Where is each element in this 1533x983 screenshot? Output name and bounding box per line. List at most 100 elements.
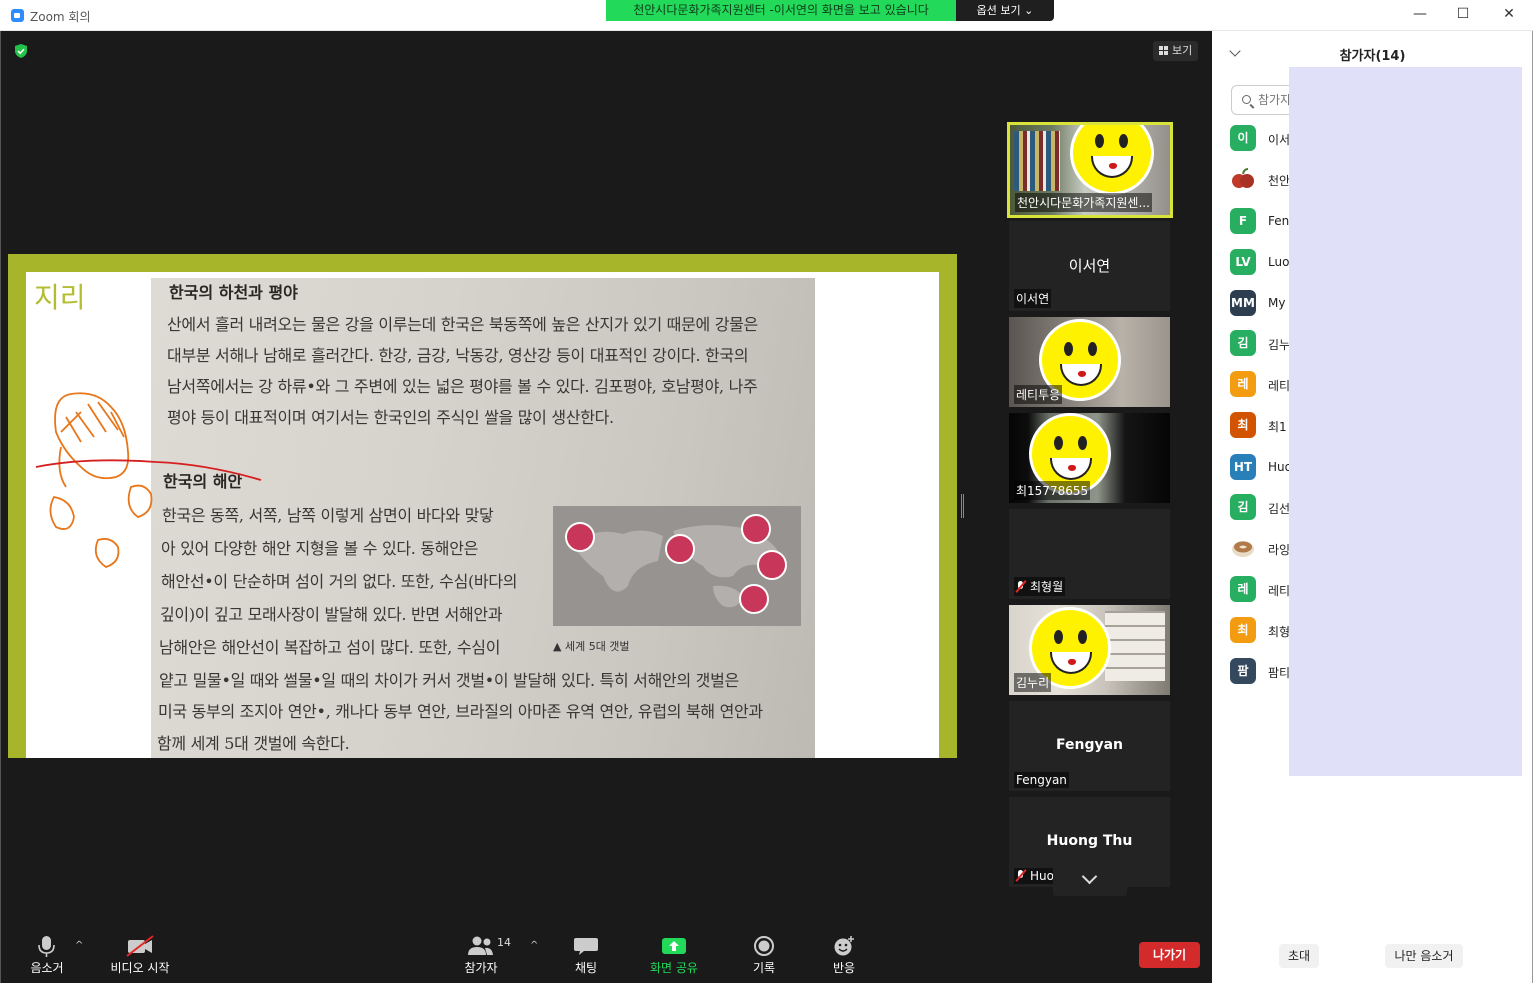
shield-icon[interactable]: [13, 43, 29, 59]
start-video-button[interactable]: 비디오 시작: [100, 935, 180, 976]
layout-view-button[interactable]: 보기: [1153, 41, 1199, 61]
participant-avatar: HT: [1230, 454, 1256, 480]
participant-avatar: 레: [1230, 576, 1256, 602]
video-tile-choi-hyeongwol[interactable]: 최형월: [1009, 509, 1170, 599]
shared-screen[interactable]: 지리 한국의 하천과 평야 산에서 흘러 내려오는 물은 강을 이루는데 한국은…: [8, 254, 957, 758]
participant-row[interactable]: 라잉: [1230, 533, 1290, 563]
participant-row[interactable]: F Fen: [1230, 206, 1290, 236]
chat-label: 채팅: [574, 961, 598, 975]
tile-name: 레티투응: [1014, 385, 1063, 404]
participants-button[interactable]: 14 참가자: [441, 935, 521, 976]
participant-name: 천안: [1268, 174, 1291, 188]
zoom-window: Zoom 회의 천안시다문화가족지원센터 -이서연의 화면을 보고 있습니다 옵…: [0, 0, 1533, 983]
participant-name: 김선: [1268, 502, 1291, 516]
muted-mic-icon: [1016, 870, 1026, 882]
grid-icon: [1159, 46, 1168, 55]
video-tile-lee-seoyeon[interactable]: 이서연 이서연: [1009, 221, 1170, 311]
tile-name: 최15778655: [1014, 481, 1091, 500]
participant-row[interactable]: 레 레티: [1230, 574, 1290, 604]
tile-name: 김누리: [1014, 673, 1052, 692]
apple-avatar-icon: [1230, 166, 1256, 192]
panel-splitter-handle[interactable]: [961, 494, 964, 518]
video-tile-leti[interactable]: 레티투응: [1009, 317, 1170, 407]
participants-count: 14: [497, 936, 511, 949]
annotation-drawing: [35, 392, 262, 568]
share-screen-label: 화면 공유: [650, 961, 698, 975]
close-button[interactable]: ✕: [1499, 6, 1519, 22]
mute-label: 음소거: [30, 961, 64, 975]
video-tile-fengyan[interactable]: Fengyan Fengyan: [1009, 701, 1170, 791]
participant-row[interactable]: 김 김누: [1230, 328, 1290, 358]
tile-display-name: Huong Thu: [1046, 833, 1133, 849]
reaction-smiley-icon: [834, 936, 854, 956]
video-tile-kim-nuri[interactable]: 김누리: [1009, 605, 1170, 695]
participant-row[interactable]: LV Luo: [1230, 247, 1290, 277]
participant-avatar: 김: [1230, 330, 1256, 356]
reactions-label: 반응: [832, 961, 856, 975]
record-button[interactable]: 기록: [724, 935, 804, 976]
chat-button[interactable]: 채팅: [546, 935, 626, 976]
reactions-button[interactable]: 반응: [804, 935, 884, 976]
participant-row[interactable]: 최 최형: [1230, 615, 1290, 645]
participant-name: Fen: [1268, 214, 1290, 228]
participant-avatar: F: [1230, 208, 1256, 234]
title-bar: Zoom 회의 천안시다문화가족지원센터 -이서연의 화면을 보고 있습니다 옵…: [0, 0, 1533, 31]
audio-options-caret[interactable]: ^: [75, 940, 83, 951]
participant-row[interactable]: 레 레티: [1230, 369, 1290, 399]
bookshelf-background: [1014, 131, 1060, 191]
search-icon: [1242, 95, 1251, 104]
participant-avatar: 최: [1230, 412, 1256, 438]
participant-avatar: 이: [1230, 125, 1256, 151]
participant-name: 최형: [1268, 625, 1291, 639]
tile-name: Fengyan: [1014, 772, 1069, 788]
video-off-icon: [126, 935, 154, 957]
participant-name: My: [1268, 296, 1286, 310]
maximize-button[interactable]: ☐: [1453, 6, 1473, 22]
participant-avatar: LV: [1230, 249, 1256, 275]
start-video-label: 비디오 시작: [110, 961, 170, 975]
participant-name: Luo: [1268, 255, 1290, 269]
participant-name: 이서: [1268, 133, 1291, 147]
share-screen-button[interactable]: 화면 공유: [634, 935, 714, 976]
participants-options-caret[interactable]: ^: [530, 940, 538, 951]
participant-row[interactable]: MM My: [1230, 288, 1290, 318]
window-title: Zoom 회의: [30, 10, 91, 24]
participants-label: 참가자: [464, 961, 498, 975]
minimize-button[interactable]: —: [1410, 6, 1430, 22]
muted-mic-icon: [1016, 581, 1026, 593]
video-tile-active[interactable]: 천안시다문화가족지원센...: [1007, 122, 1173, 218]
chat-bubble-icon: [574, 938, 598, 955]
tile-display-name: Fengyan: [1055, 737, 1124, 753]
tile-name: 이서연: [1014, 289, 1052, 308]
participant-name: 레티: [1268, 584, 1291, 598]
participant-row[interactable]: 김 김선: [1230, 492, 1290, 522]
participant-name: 김누: [1268, 338, 1291, 352]
participant-avatar: 팜: [1230, 658, 1256, 684]
screen-share-banner: 천안시다문화가족지원센터 -이서연의 화면을 보고 있습니다: [606, 0, 956, 21]
participant-row[interactable]: 최 최1: [1230, 410, 1290, 440]
redaction-overlay: [1289, 67, 1522, 776]
participant-avatar: 최: [1230, 617, 1256, 643]
scroll-tiles-down-button[interactable]: [1053, 862, 1127, 896]
tile-display-name: 이서연: [1068, 257, 1111, 275]
participant-name: 팜티: [1268, 666, 1291, 680]
tile-name-row: 최형월: [1014, 577, 1066, 596]
participants-panel: 참가자(14) 이 이서 천안 F Fen LV Luo MM My 김: [1212, 31, 1533, 983]
tile-name: 천안시다문화가족지원센...: [1015, 193, 1152, 212]
tile-name: 최형월: [1030, 580, 1064, 594]
participant-name: 최1: [1268, 420, 1287, 434]
leave-button[interactable]: 나가기: [1139, 942, 1200, 968]
view-options-button[interactable]: 옵션 보기 ⌄: [956, 0, 1054, 21]
record-label: 기록: [752, 961, 776, 975]
participant-row[interactable]: HT Huo: [1230, 452, 1292, 482]
participant-name: 라잉: [1268, 543, 1291, 557]
participant-avatar: 레: [1230, 371, 1256, 397]
video-tile-choi-number[interactable]: 최15778655: [1009, 413, 1170, 503]
participant-row[interactable]: 천안: [1230, 164, 1290, 194]
shared-slide: 지리 한국의 하천과 평야 산에서 흘러 내려오는 물은 강을 이루는데 한국은…: [26, 272, 939, 758]
participant-row[interactable]: 이 이서: [1230, 123, 1290, 153]
mute-me-button[interactable]: 나만 음소거: [1385, 944, 1463, 968]
layout-view-label: 보기: [1172, 44, 1193, 57]
invite-button[interactable]: 초대: [1279, 944, 1319, 968]
participant-row[interactable]: 팜 팜티: [1230, 656, 1290, 686]
